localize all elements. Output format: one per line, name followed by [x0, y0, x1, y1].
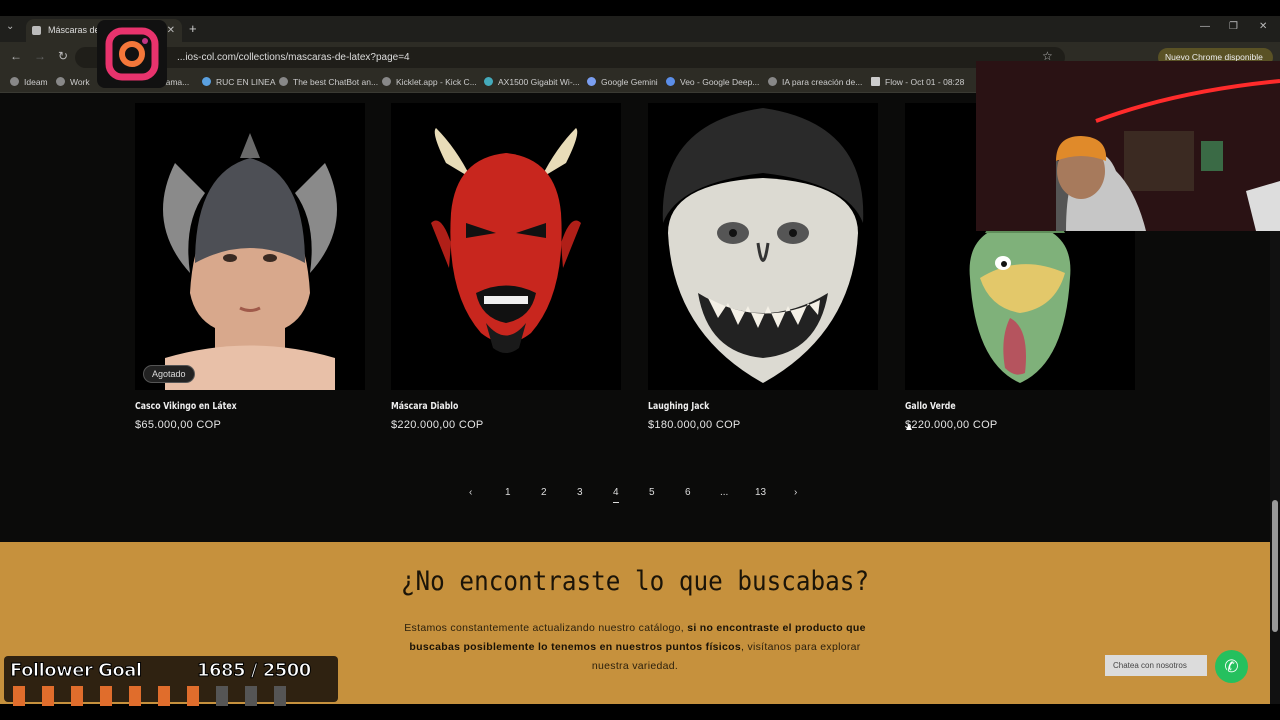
product-price: $220.000,00 COP [905, 419, 998, 431]
globe-icon [56, 77, 65, 86]
text-segment: Estamos constantemente actualizando nues… [404, 622, 684, 634]
gemini-icon [587, 77, 596, 86]
pagination-page[interactable]: 5 [649, 487, 655, 498]
progress-segment [129, 686, 141, 706]
address-bar[interactable]: ...ios-col.com/collections/mascaras-de-l… [75, 47, 1065, 68]
laughing-jack-image [662, 108, 864, 383]
diamond-icon [279, 77, 288, 86]
bookmark-label: The best ChatBot an... [293, 77, 379, 87]
tab-search-icon[interactable]: ⌄ [6, 21, 14, 32]
webcam-feed-image [976, 61, 1280, 231]
devil-mask-image [431, 128, 581, 353]
pagination-next-button[interactable]: › [794, 487, 797, 498]
bookmark-item[interactable]: Google Gemini [587, 77, 658, 87]
restore-icon[interactable]: ❐ [1229, 21, 1238, 32]
product-name[interactable]: Máscara Diablo [391, 401, 458, 412]
pagination-page[interactable]: 2 [541, 487, 547, 498]
product-name[interactable]: Laughing Jack [648, 401, 709, 412]
bookmark-label: Kicklet.app - Kick C... [396, 77, 477, 87]
progress-segment [13, 686, 25, 706]
bookmark-item[interactable]: AX1500 Gigabit Wi-... [484, 77, 580, 87]
bookmark-item[interactable]: Ideam [10, 77, 48, 87]
bookmark-item[interactable]: Work [56, 77, 90, 87]
back-icon[interactable]: ← [10, 49, 22, 63]
progress-segment [216, 686, 228, 706]
bookmark-label: Ideam [24, 77, 48, 87]
instagram-icon [97, 20, 167, 88]
progress-segment [187, 686, 199, 706]
product-price: $220.000,00 COP [391, 419, 484, 431]
product-price: $180.000,00 COP [648, 419, 741, 431]
kicklet-icon [382, 77, 391, 86]
globe-icon [768, 77, 777, 86]
webcam-overlay [976, 61, 1280, 231]
product-image-mascara-diablo[interactable] [391, 103, 621, 390]
product-price: $65.000,00 COP [135, 419, 222, 431]
progress-segment [158, 686, 170, 706]
chat-label[interactable]: Chatea con nosotros [1105, 655, 1207, 676]
section-title: ¿No encontraste lo que buscabas? [400, 566, 870, 597]
progress-segment [100, 686, 112, 706]
new-tab-button[interactable]: + [189, 21, 197, 36]
text-bold-segment: si no encontraste el producto [687, 622, 843, 634]
product-name[interactable]: Casco Vikingo en Látex [135, 401, 237, 412]
window-close-icon[interactable]: ✕ [1259, 21, 1267, 32]
pagination-page[interactable]: 1 [505, 487, 511, 498]
pagination-page[interactable]: 6 [685, 487, 691, 498]
bookmark-label: IA para creación de... [782, 77, 863, 87]
bookmark-label: AX1500 Gigabit Wi-... [498, 77, 580, 87]
bookmark-item[interactable]: Veo - Google Deep... [666, 77, 759, 87]
sold-out-badge: Agotado [143, 365, 195, 383]
viking-helmet-image [163, 133, 337, 390]
pagination-current-page[interactable]: 4 [613, 487, 619, 503]
router-icon [484, 77, 493, 86]
bookmark-item[interactable]: Flow - Oct 01 - 08:28 [871, 77, 964, 87]
whatsapp-icon[interactable]: ✆ [1215, 650, 1248, 683]
bookmark-icon [10, 77, 19, 86]
deepmind-icon [666, 77, 675, 86]
progress-segment [71, 686, 83, 706]
pagination-page[interactable]: 3 [577, 487, 583, 498]
mouse-cursor-icon: ▲ [904, 422, 914, 433]
pagination-page[interactable]: 13 [755, 487, 766, 498]
text-segment: , visítanos para [741, 641, 818, 653]
bookmark-item[interactable]: IA para creación de... [768, 77, 862, 87]
product-image-casco-vikingo[interactable] [135, 103, 365, 390]
bookmark-label: Work [70, 77, 90, 87]
pagination-prev-button[interactable]: ‹ [469, 487, 472, 498]
follower-goal-label: Follower Goal [10, 660, 143, 682]
progress-segment [274, 686, 286, 706]
folder-icon [871, 77, 880, 86]
progress-segment [42, 686, 54, 706]
cloud-icon [202, 77, 211, 86]
forward-icon[interactable]: → [34, 49, 46, 63]
section-text: Estamos constantemente actualizando nues… [400, 619, 870, 676]
bookmark-item[interactable]: RUC EN LINEA [202, 77, 276, 87]
product-name[interactable]: Gallo Verde [905, 401, 956, 412]
bookmark-label: Flow - Oct 01 - 08:28 [885, 77, 965, 87]
scrollbar-thumb[interactable] [1272, 500, 1278, 632]
product-image-laughing-jack[interactable] [648, 103, 878, 390]
progress-segment [245, 686, 257, 706]
site-favicon-icon [32, 26, 41, 35]
bookmark-item[interactable]: Kicklet.app - Kick C... [382, 77, 477, 87]
follower-goal-count: 1685 / 2500 [197, 660, 312, 682]
minimize-icon[interactable]: — [1200, 21, 1210, 32]
bookmark-label: Veo - Google Deep... [680, 77, 760, 87]
bookmark-label: Google Gemini [601, 77, 658, 87]
bookmark-item[interactable]: The best ChatBot an... [279, 77, 378, 87]
pagination-ellipsis: ... [720, 487, 729, 498]
url-text: ...ios-col.com/collections/mascaras-de-l… [177, 52, 410, 63]
reload-icon[interactable]: ↻ [58, 49, 68, 63]
bookmark-label: RUC EN LINEA [216, 77, 276, 87]
